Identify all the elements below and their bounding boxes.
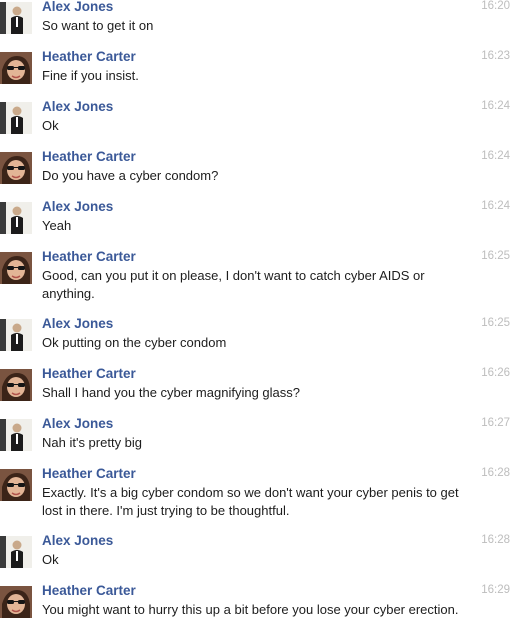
message-timestamp: 16:28 <box>481 534 510 546</box>
message-text: Ok putting on the cyber condom <box>42 335 227 350</box>
message-timestamp: 16:29 <box>481 584 510 596</box>
avatar-heather-icon[interactable] <box>0 369 32 401</box>
sender-name[interactable]: Heather Carter <box>42 149 136 164</box>
avatar-alex-icon[interactable] <box>0 419 32 451</box>
sender-name[interactable]: Alex Jones <box>42 0 113 14</box>
message-timestamp: 16:23 <box>481 50 510 62</box>
message-text: Fine if you insist. <box>42 68 139 83</box>
message-text: Ok <box>42 118 59 133</box>
avatar-alex-icon[interactable] <box>0 2 32 34</box>
message-timestamp: 16:27 <box>481 417 510 429</box>
sender-name[interactable]: Alex Jones <box>42 99 113 114</box>
message-timestamp: 16:26 <box>481 367 510 379</box>
message-timestamp: 16:24 <box>481 150 510 162</box>
message-text: Ok <box>42 552 59 567</box>
avatar-alex-icon[interactable] <box>0 319 32 351</box>
sender-name[interactable]: Alex Jones <box>42 416 113 431</box>
message-text: Yeah <box>42 218 72 233</box>
sender-name[interactable]: Alex Jones <box>42 533 113 548</box>
message-text: You might want to hurry this up a bit be… <box>42 602 459 617</box>
message-timestamp: 16:24 <box>481 100 510 112</box>
message-text: Good, can you put it on please, I don't … <box>42 268 425 301</box>
sender-name[interactable]: Heather Carter <box>42 249 136 264</box>
avatar-heather-icon[interactable] <box>0 152 32 184</box>
message-timestamp: 16:20 <box>481 0 510 12</box>
sender-name[interactable]: Alex Jones <box>42 316 113 331</box>
message-timestamp: 16:28 <box>481 467 510 479</box>
sender-name[interactable]: Heather Carter <box>42 583 136 598</box>
message-text: Do you have a cyber condom? <box>42 168 219 183</box>
message-text: Nah it's pretty big <box>42 435 143 450</box>
sender-name[interactable]: Alex Jones <box>42 199 113 214</box>
avatar-alex-icon[interactable] <box>0 102 32 134</box>
message-text: Exactly. It's a big cyber condom so we d… <box>42 485 459 518</box>
avatar-heather-icon[interactable] <box>0 52 32 84</box>
message-timestamp: 16:25 <box>481 317 510 329</box>
message-timestamp: 16:24 <box>481 200 510 212</box>
avatar-heather-icon[interactable] <box>0 586 32 618</box>
avatar-alex-icon[interactable] <box>0 202 32 234</box>
sender-name[interactable]: Heather Carter <box>42 49 136 64</box>
message-text: Shall I hand you the cyber magnifying gl… <box>42 385 300 400</box>
message-text: So want to get it on <box>42 18 154 33</box>
avatar-alex-icon[interactable] <box>0 536 32 568</box>
avatar-heather-icon[interactable] <box>0 469 32 501</box>
message-timestamp: 16:25 <box>481 250 510 262</box>
sender-name[interactable]: Heather Carter <box>42 366 136 381</box>
avatar-heather-icon[interactable] <box>0 252 32 284</box>
sender-name[interactable]: Heather Carter <box>42 466 136 481</box>
